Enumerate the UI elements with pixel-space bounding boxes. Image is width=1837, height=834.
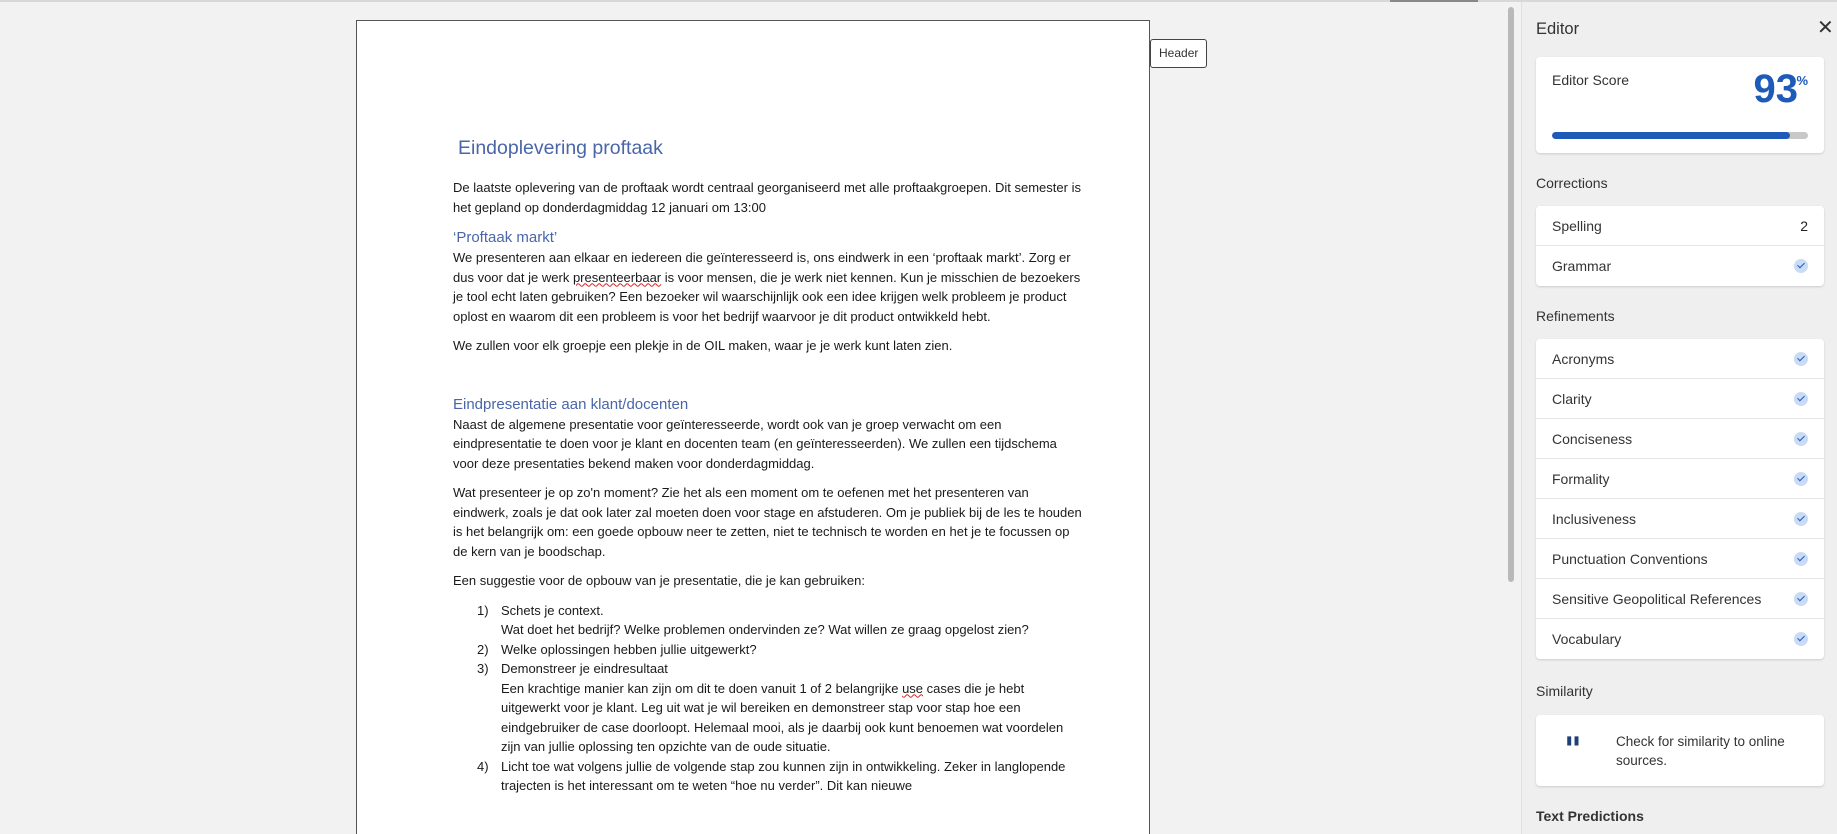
- refinement-acronyms[interactable]: Acronyms: [1536, 339, 1824, 379]
- editor-score-unit: %: [1796, 73, 1808, 88]
- similarity-check-button[interactable]: " Check for similarity to online sources…: [1536, 715, 1824, 786]
- editor-score-value: 93: [1753, 67, 1799, 111]
- text-run: Een krachtige manier kan zijn om dit te …: [501, 680, 903, 696]
- refinement-inclusiveness[interactable]: Inclusiveness: [1536, 499, 1824, 539]
- list-number: 1): [477, 602, 489, 618]
- editor-score-label: Editor Score: [1552, 72, 1630, 88]
- list-item[interactable]: 1) Schets je context. Wat doet het bedri…: [477, 601, 1083, 640]
- document-page[interactable]: Eindoplevering proftaak De laatste oplev…: [356, 20, 1150, 834]
- list-item-subtext: Wat doet het bedrijf? Welke problemen on…: [501, 622, 1029, 637]
- corrections-heading: Corrections: [1536, 175, 1608, 191]
- refinements-heading: Refinements: [1536, 308, 1615, 324]
- list-item[interactable]: 4) Licht toe wat volgens jullie de volge…: [477, 757, 1083, 796]
- refinement-label: Punctuation Conventions: [1552, 550, 1708, 567]
- similarity-description: Check for similarity to online sources.: [1616, 734, 1785, 768]
- list-item-subtext: Een krachtige manier kan zijn om dit te …: [501, 679, 1083, 757]
- refinement-vocabulary[interactable]: Vocabulary: [1536, 619, 1824, 659]
- checkmark-icon: [1794, 471, 1808, 486]
- checkmark-icon: [1794, 259, 1808, 273]
- checkmark-icon: [1794, 632, 1808, 646]
- section-heading-eindpresentatie[interactable]: Eindpresentatie aan klant/docenten: [453, 394, 1083, 415]
- refinement-punctuation-conventions[interactable]: Punctuation Conventions: [1536, 539, 1824, 579]
- list-number: 3): [477, 661, 489, 676]
- editor-score-card: Editor Score 93 %: [1536, 57, 1824, 153]
- numbered-list[interactable]: 1) Schets je context. Wat doet het bedri…: [477, 601, 1083, 796]
- refinement-label: Conciseness: [1552, 430, 1633, 447]
- document-body[interactable]: Eindoplevering proftaak De laatste oplev…: [453, 136, 1083, 796]
- correction-label: Grammar: [1552, 258, 1612, 274]
- corrections-list: Spelling 2 Grammar: [1536, 206, 1824, 286]
- refinement-sensitive-geopolitical-references[interactable]: Sensitive Geopolitical References: [1536, 579, 1824, 619]
- refinement-label: Formality: [1552, 470, 1610, 487]
- document-title[interactable]: Eindoplevering proftaak: [458, 136, 1083, 160]
- document-area[interactable]: Eindoplevering proftaak De laatste oplev…: [0, 2, 1508, 834]
- list-item[interactable]: 3) Demonstreer je eindresultaat Een krac…: [477, 659, 1083, 757]
- section1-paragraph1[interactable]: We presenteren aan elkaar en iedereen di…: [453, 248, 1083, 326]
- close-icon[interactable]: ✕: [1817, 18, 1837, 40]
- checkmark-icon: [1794, 591, 1808, 606]
- correction-label: Spelling: [1552, 217, 1602, 234]
- refinement-formality[interactable]: Formality: [1536, 459, 1824, 499]
- refinement-clarity[interactable]: Clarity: [1536, 379, 1824, 419]
- list-item-text: Licht toe wat volgens jullie de volgende…: [501, 758, 1066, 794]
- correction-grammar[interactable]: Grammar: [1536, 246, 1824, 286]
- refinement-conciseness[interactable]: Conciseness: [1536, 419, 1824, 459]
- refinement-label: Sensitive Geopolitical References: [1552, 590, 1762, 607]
- list-item-text: Demonstreer je eindresultaat: [501, 661, 668, 676]
- intro-paragraph[interactable]: De laatste oplevering van de proftaak wo…: [453, 178, 1083, 217]
- refinement-label: Clarity: [1552, 390, 1592, 407]
- editor-pane-title: Editor: [1536, 20, 1580, 38]
- list-number: 4): [477, 758, 489, 774]
- refinement-label: Inclusiveness: [1552, 510, 1637, 527]
- checkmark-icon: [1794, 511, 1808, 526]
- list-item-text: Schets je context.: [501, 602, 604, 618]
- refinement-label: Acronyms: [1552, 350, 1615, 367]
- text-predictions-heading: Text Predictions: [1536, 808, 1644, 824]
- checkmark-icon: [1794, 391, 1808, 406]
- editor-pane: Editor ✕ Editor Score 93 % Corrections S…: [1521, 2, 1837, 834]
- checkmark-icon: [1794, 551, 1808, 566]
- correction-spelling[interactable]: Spelling 2: [1536, 206, 1824, 246]
- editor-score-bar-fill: [1552, 132, 1791, 139]
- header-tag[interactable]: Header: [1150, 39, 1208, 68]
- correction-count: 2: [1800, 217, 1808, 234]
- checkmark-icon: [1794, 431, 1808, 446]
- refinements-list: Acronyms Clarity Conciseness Formality I…: [1536, 339, 1824, 659]
- editor-score-bar: [1552, 132, 1808, 139]
- section2-paragraph2[interactable]: Wat presenteer je op zo'n moment? Zie he…: [453, 483, 1083, 561]
- list-number: 2): [477, 641, 489, 657]
- spelling-error-word[interactable]: presenteerbaar: [573, 270, 661, 285]
- section2-paragraph1[interactable]: Naast de algemene presentatie voor geïnt…: [453, 415, 1083, 474]
- section-heading-proftaak-markt[interactable]: ‘Proftaak markt’: [453, 227, 1083, 248]
- section1-paragraph2[interactable]: We zullen voor elk groepje een plekje in…: [453, 336, 1083, 356]
- spelling-error-word[interactable]: use: [902, 681, 923, 696]
- checkmark-icon: [1794, 351, 1808, 366]
- similarity-heading: Similarity: [1536, 683, 1593, 699]
- refinement-label: Vocabulary: [1552, 631, 1622, 647]
- document-scrollbar[interactable]: [1508, 7, 1514, 582]
- list-item-text: Welke oplossingen hebben jullie uitgewer…: [501, 641, 757, 657]
- list-item[interactable]: 2) Welke oplossingen hebben jullie uitge…: [477, 640, 1083, 660]
- section2-paragraph3[interactable]: Een suggestie voor de opbouw van je pres…: [453, 571, 1083, 591]
- quote-icon: ": [1564, 730, 1582, 770]
